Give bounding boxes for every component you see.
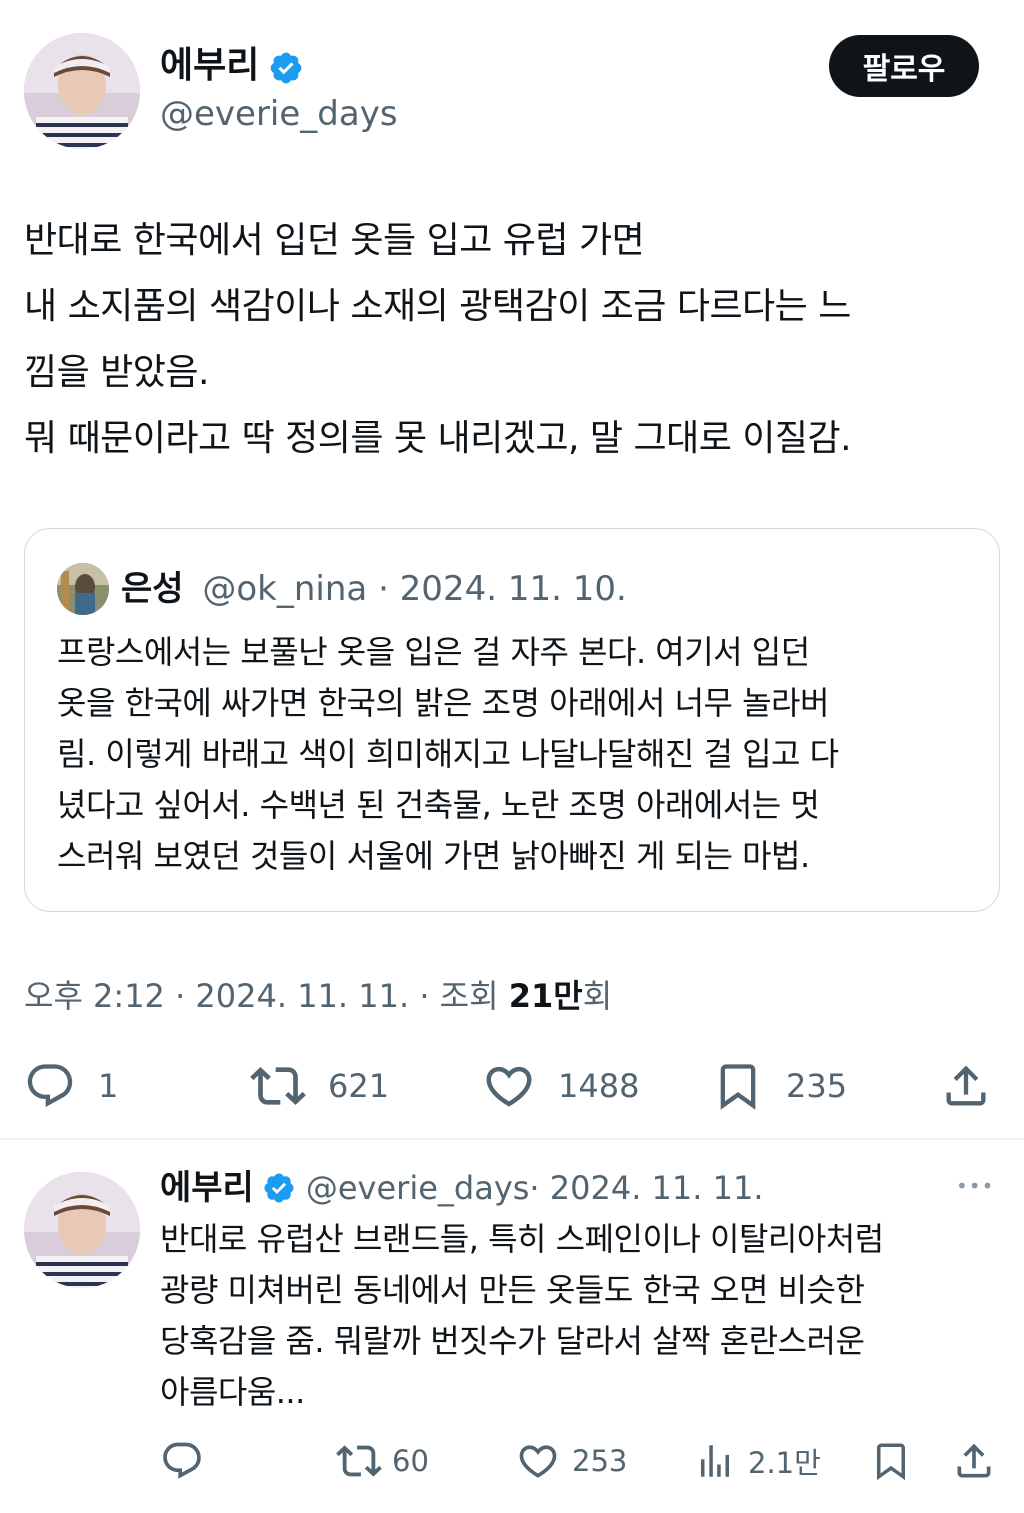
reply-like-button[interactable]: 253 <box>516 1438 627 1484</box>
quoted-tweet[interactable]: 은성 @ok_nina · 2024. 11. 10. 프랑스에서는 보풀난 옷… <box>24 528 1000 912</box>
bookmark-button[interactable]: 235 <box>712 1058 847 1114</box>
reply-reply-button[interactable] <box>160 1438 204 1484</box>
reply-author-name[interactable]: 에부리 <box>160 1166 254 1210</box>
retweet-icon <box>250 1067 306 1105</box>
retweet-button[interactable]: 621 <box>250 1058 389 1114</box>
quoted-header: 은성 @ok_nina · 2024. 11. 10. <box>121 567 627 611</box>
reply-views-button[interactable]: 2.1만 <box>694 1438 821 1484</box>
follow-button[interactable]: 팔로우 <box>829 35 979 97</box>
view-suffix: 회 <box>582 977 613 1015</box>
reply-count: 1 <box>98 1067 119 1105</box>
reply-text-line: 당혹감을 줌. 뭐랄까 번짓수가 달라서 살짝 혼란스러운 <box>160 1322 865 1360</box>
reply-icon <box>27 1064 73 1108</box>
quoted-author-name: 은성 <box>121 569 184 609</box>
like-button[interactable]: 1488 <box>482 1058 639 1114</box>
bookmark-count: 235 <box>786 1067 848 1105</box>
quoted-author-handle: @ok_nina <box>202 569 368 609</box>
quoted-text-line: 옷을 한국에 싸가면 한국의 밝은 조명 아래에서 너무 놀라버 <box>57 684 829 722</box>
view-count: 21만 <box>508 977 583 1015</box>
quoted-text-line: 녔다고 싶어서. 수백년 된 건축물, 노란 조명 아래에서는 멋 <box>57 786 820 824</box>
quoted-date: · 2024. 11. 10. <box>378 569 627 609</box>
reply-text-line: 아름다움... <box>160 1373 305 1411</box>
bookmark-icon <box>877 1443 905 1481</box>
quoted-text-line: 프랑스에서는 보풀난 옷을 입은 걸 자주 본다. 여기서 입던 <box>57 633 810 671</box>
like-count: 1488 <box>558 1067 640 1105</box>
tweet-text-line: 내 소지품의 색감이나 소재의 광택감이 조금 다르다는 느 <box>24 286 851 327</box>
like-icon <box>519 1445 557 1478</box>
reply-text: 반대로 유럽산 브랜드들, 특히 스페인이나 이탈리아처럼 광량 미쳐버린 동네… <box>160 1214 1010 1418</box>
reply-icon <box>163 1442 201 1479</box>
reply-views-count: 2.1만 <box>748 1446 821 1480</box>
reply-text-line: 광량 미쳐버린 동네에서 만든 옷들도 한국 오면 비슷한 <box>160 1271 865 1309</box>
tweet-text-line: 반대로 한국에서 입던 옷들 입고 유럽 가면 <box>24 220 645 261</box>
divider <box>0 1138 1024 1140</box>
tweet-metadata: 오후 2:12 · 2024. 11. 11. · 조회 21만회 <box>24 976 612 1016</box>
like-icon <box>486 1066 532 1107</box>
tweet-text: 반대로 한국에서 입던 옷들 입고 유럽 가면 내 소지품의 색감이나 소재의 … <box>24 208 1004 472</box>
tweet-text-line: 뭐 때문이라고 딱 정의를 못 내리겠고, 말 그대로 이질감. <box>24 418 852 459</box>
tweet-timestamp[interactable]: 오후 2:12 · 2024. 11. 11. · 조회 <box>24 977 509 1015</box>
share-button[interactable] <box>940 1058 992 1114</box>
retweet-count: 621 <box>328 1067 390 1105</box>
quoted-author-avatar <box>57 563 109 615</box>
share-icon <box>957 1443 991 1478</box>
reply-retweet-button[interactable]: 60 <box>336 1438 429 1484</box>
reply-header: 에부리 @everie_days · 2024. 11. 11. <box>160 1166 764 1210</box>
more-icon[interactable]: ••• <box>956 1174 994 1198</box>
reply-bookmark-button[interactable] <box>870 1438 912 1484</box>
reply-text-line: 반대로 유럽산 브랜드들, 특히 스페인이나 이탈리아처럼 <box>160 1220 884 1258</box>
reply-button[interactable]: 1 <box>24 1058 118 1114</box>
reply-date[interactable]: · 2024. 11. 11. <box>529 1166 763 1210</box>
bookmark-icon <box>720 1064 756 1110</box>
reply-share-button[interactable] <box>952 1438 996 1484</box>
author-name[interactable]: 에부리 <box>160 44 259 88</box>
author-avatar[interactable] <box>24 33 140 149</box>
verified-badge-icon <box>264 1173 294 1203</box>
quoted-text: 프랑스에서는 보풀난 옷을 입은 걸 자주 본다. 여기서 입던 옷을 한국에 … <box>57 627 987 882</box>
verified-badge-icon <box>270 52 302 84</box>
retweet-icon <box>336 1445 382 1477</box>
quoted-text-line: 림. 이렇게 바래고 색이 희미해지고 나달나달해진 걸 입고 다 <box>57 735 839 773</box>
views-icon <box>701 1445 729 1477</box>
reply-retweet-count: 60 <box>392 1444 429 1478</box>
author-handle[interactable]: @everie_days <box>160 92 398 136</box>
reply-author-handle[interactable]: @everie_days <box>306 1166 530 1210</box>
quoted-text-line: 스러워 보였던 것들이 서울에 가면 낡아빠진 게 되는 마법. <box>57 837 810 875</box>
tweet-text-line: 낌을 받았음. <box>24 352 210 393</box>
reply-like-count: 253 <box>572 1444 628 1478</box>
reply-author-avatar[interactable] <box>24 1172 140 1288</box>
share-icon <box>946 1065 986 1106</box>
